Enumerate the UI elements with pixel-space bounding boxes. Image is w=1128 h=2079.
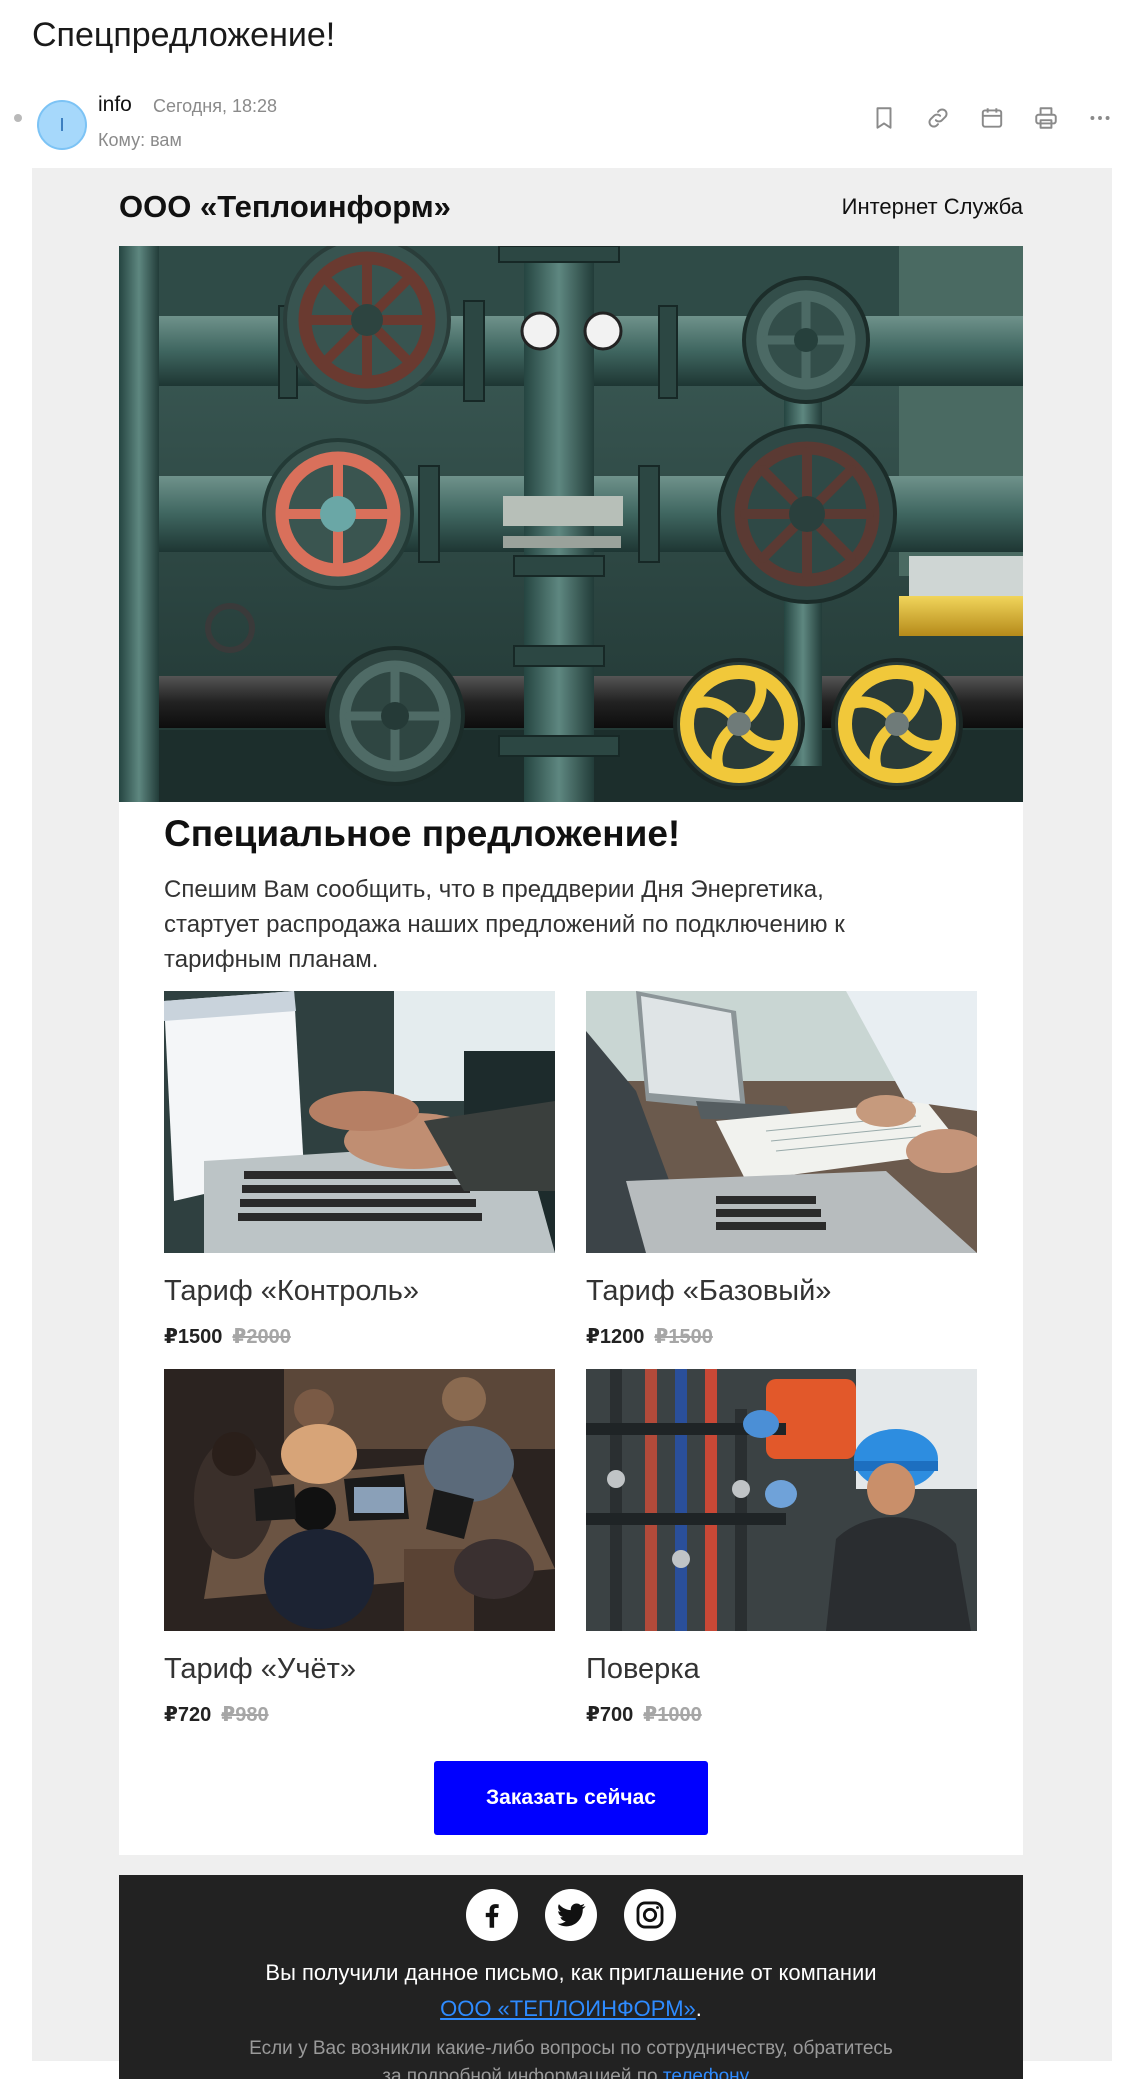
link-icon[interactable] [922, 102, 954, 134]
bookmark-icon[interactable] [868, 102, 900, 134]
offer-intro: Спешим Вам сообщить, что в преддверии Дн… [164, 876, 845, 973]
unread-indicator [14, 114, 22, 122]
footer-phone-line: за подробной информацией по телефону . [119, 2063, 1023, 2079]
hero-image [119, 246, 1023, 802]
footer-line-2: Если у Вас возникли какие-либо вопросы п… [249, 2038, 893, 2059]
tariff-title: Тариф «Контроль» [164, 1275, 420, 1307]
tariff-card-basic[interactable]: Тариф «Базовый» ₽1200 ₽1500 [586, 991, 977, 1369]
current-price: ₽700 [586, 1704, 634, 1726]
tariff-grid: Тариф «Контроль» ₽1500 ₽2000 Тариф «Базо… [164, 991, 978, 1747]
email-header: ООО «Теплоинформ» Интернет Служба [119, 168, 1023, 246]
old-price: ₽1000 [643, 1704, 702, 1726]
tariff-image-team-meeting [164, 1369, 555, 1631]
footer-line-3: за подробной информацией по [382, 2066, 658, 2079]
email-footer: Вы получили данное письмо, как приглашен… [119, 1875, 1023, 2079]
email-content: ООО «Теплоинформ» Интернет Служба Специа… [119, 168, 1023, 2079]
price-row: ₽1200 ₽1500 [586, 1324, 977, 1349]
price-row: ₽700 ₽1000 [586, 1702, 977, 1727]
tariff-image-laptop-typing [164, 991, 555, 1253]
tariff-image-laptop-notes [586, 991, 977, 1253]
tariff-card-accounting[interactable]: Тариф «Учёт» ₽720 ₽980 [164, 1369, 555, 1747]
old-price: ₽2000 [232, 1326, 291, 1348]
facebook-icon[interactable] [466, 1889, 518, 1941]
sender-name[interactable]: info [98, 93, 132, 117]
tariff-title: Поверка [586, 1653, 700, 1685]
recipient-line: Кому: вам [98, 130, 182, 150]
footer-period: . [754, 2066, 760, 2079]
price-row: ₽1500 ₽2000 [164, 1324, 555, 1349]
offer-section: Специальное предложение! Спешим Вам сооб… [119, 802, 1023, 1855]
calendar-icon[interactable] [976, 102, 1008, 134]
footer-company-line: ООО «ТЕПЛОИНФОРМ». [119, 1991, 1023, 2027]
message-date: Сегодня, 18:28 [153, 96, 278, 116]
old-price: ₽980 [221, 1704, 269, 1726]
tariff-title: Тариф «Учёт» [164, 1653, 356, 1685]
more-icon[interactable] [1084, 102, 1116, 134]
tariff-image-engineer [586, 1369, 977, 1631]
sender-avatar[interactable]: I [37, 100, 87, 150]
footer-invite-text: Вы получили данное письмо, как приглашен… [119, 1955, 1023, 2027]
current-price: ₽1500 [164, 1326, 223, 1348]
instagram-icon[interactable] [624, 1889, 676, 1941]
social-links [119, 1889, 1023, 1941]
internet-service-link[interactable]: Интернет Служба [842, 194, 1023, 220]
order-now-button[interactable]: Заказать сейчас [434, 1761, 708, 1835]
print-icon[interactable] [1030, 102, 1062, 134]
old-price: ₽1500 [654, 1326, 713, 1348]
email-body: ООО «Теплоинформ» Интернет Служба Специа… [32, 168, 1112, 2079]
message-toolbar [868, 102, 1116, 134]
cta-wrapper: Заказать сейчас [164, 1761, 978, 1835]
tariff-card-control[interactable]: Тариф «Контроль» ₽1500 ₽2000 [164, 991, 555, 1369]
offer-headline: Специальное предложение! [164, 813, 681, 854]
price-row: ₽720 ₽980 [164, 1702, 555, 1727]
mail-subject: Спецпредложение! [32, 16, 336, 54]
phone-link[interactable]: телефону [663, 2066, 755, 2079]
footer-period: . [695, 1996, 702, 2021]
tariff-card-verification[interactable]: Поверка ₽700 ₽1000 [586, 1369, 977, 1747]
brand-name: ООО «Теплоинформ» [119, 189, 451, 224]
footer-line-1: Вы получили данное письмо, как приглашен… [265, 1960, 877, 1985]
tariff-title: Тариф «Базовый» [586, 1275, 832, 1307]
current-price: ₽1200 [586, 1326, 645, 1348]
footer-contact-text: Если у Вас возникли какие-либо вопросы п… [119, 2035, 1023, 2079]
company-link[interactable]: ООО «ТЕПЛОИНФОРМ» [440, 1996, 696, 2021]
twitter-icon[interactable] [545, 1889, 597, 1941]
current-price: ₽720 [164, 1704, 212, 1726]
